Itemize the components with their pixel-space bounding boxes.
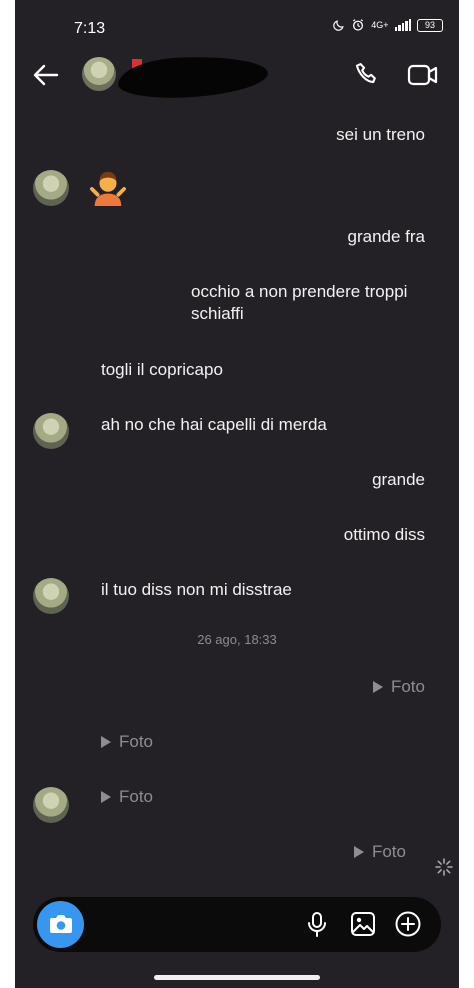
photo-message-outgoing[interactable]: Foto	[372, 677, 425, 697]
home-indicator[interactable]	[154, 975, 320, 980]
gallery-icon[interactable]	[349, 910, 377, 938]
photo-message-outgoing[interactable]: Foto	[353, 842, 406, 862]
status-time: 7:13	[74, 20, 106, 37]
battery-icon: 93	[417, 18, 443, 32]
photo-message-incoming[interactable]: Foto	[101, 732, 153, 752]
photo-message-incoming[interactable]: Foto	[101, 787, 153, 807]
play-icon	[101, 736, 111, 748]
signal-icon	[394, 19, 411, 31]
play-icon	[353, 846, 364, 858]
network-label: 4G+	[371, 20, 389, 30]
message-outgoing[interactable]: grande fra	[348, 226, 426, 248]
message-outgoing[interactable]: ottimo diss	[344, 524, 425, 546]
message-outgoing[interactable]: grande	[372, 469, 425, 491]
sender-avatar[interactable]	[33, 787, 69, 823]
play-icon	[372, 681, 383, 693]
contact-avatar[interactable]	[82, 57, 116, 91]
chat-screen: 7:13 4G+ 93 sei un treno grande fra occh…	[15, 0, 459, 988]
message-incoming[interactable]: il tuo diss non mi disstrae	[101, 579, 292, 601]
loading-spinner-icon	[435, 858, 453, 876]
phone-icon[interactable]	[353, 60, 381, 88]
video-camera-icon[interactable]	[407, 61, 439, 89]
message-outgoing[interactable]: occhio a non prendere troppi schiaffi	[191, 281, 407, 325]
sender-avatar[interactable]	[33, 413, 69, 449]
message-outgoing[interactable]: sei un treno	[336, 124, 425, 146]
sender-avatar[interactable]	[33, 578, 69, 614]
camera-button[interactable]	[37, 901, 84, 948]
status-icons: 4G+ 93	[332, 18, 443, 32]
photo-label: Foto	[390, 677, 425, 696]
photo-label: Foto	[119, 732, 154, 751]
plus-icon[interactable]	[394, 910, 422, 938]
microphone-icon[interactable]	[303, 910, 331, 938]
alarm-icon	[353, 19, 364, 31]
play-icon	[101, 791, 111, 803]
message-composer[interactable]	[33, 897, 441, 952]
message-incoming[interactable]: ah no che hai capelli di merda	[101, 414, 327, 436]
camera-icon	[50, 915, 72, 933]
photo-label: Foto	[119, 787, 154, 806]
sender-avatar[interactable]	[33, 170, 69, 206]
back-arrow-icon[interactable]	[31, 60, 61, 90]
photo-label: Foto	[371, 842, 406, 861]
person-shrugging-emoji[interactable]	[89, 170, 127, 206]
message-timestamp: 26 ago, 18:33	[197, 632, 277, 647]
message-incoming[interactable]: togli il copricapo	[101, 359, 223, 381]
moon-icon	[333, 19, 344, 31]
